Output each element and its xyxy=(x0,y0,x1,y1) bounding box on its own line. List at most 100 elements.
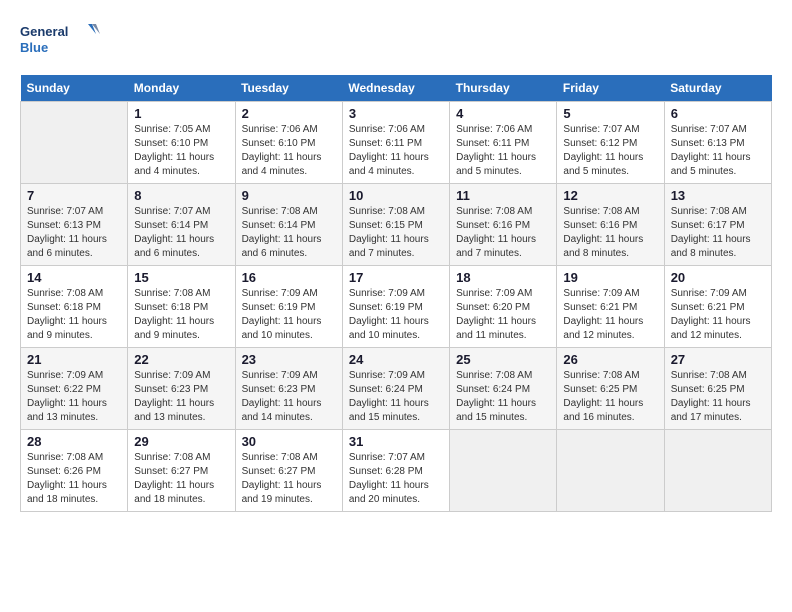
day-info: Sunrise: 7:08 AMSunset: 6:25 PMDaylight:… xyxy=(563,369,657,425)
day-number: 16 xyxy=(242,270,336,285)
day-info: Sunrise: 7:08 AMSunset: 6:14 PMDaylight:… xyxy=(242,205,336,261)
svg-text:Blue: Blue xyxy=(20,40,48,55)
day-number: 25 xyxy=(456,352,550,367)
calendar-cell: 7Sunrise: 7:07 AMSunset: 6:13 PMDaylight… xyxy=(21,184,128,266)
day-info: Sunrise: 7:09 AMSunset: 6:19 PMDaylight:… xyxy=(349,287,443,343)
calendar-cell: 31 Sunrise: 7:07 AMSunset: 6:28 PMDayligh… xyxy=(342,430,449,512)
calendar-cell: 21 Sunrise: 7:09 AMSunset: 6:22 PMDayligh… xyxy=(21,348,128,430)
calendar-cell: 20 Sunrise: 7:09 AMSunset: 6:21 PMDayligh… xyxy=(664,266,771,348)
day-info: Sunrise: 7:07 AMSunset: 6:13 PMDaylight:… xyxy=(671,123,765,179)
calendar-cell: 22 Sunrise: 7:09 AMSunset: 6:23 PMDayligh… xyxy=(128,348,235,430)
calendar-cell: 1 Sunrise: 7:05 AMSunset: 6:10 PMDaylight… xyxy=(128,102,235,184)
day-info: Sunrise: 7:09 AMSunset: 6:24 PMDaylight:… xyxy=(349,369,443,425)
day-info: Sunrise: 7:09 AMSunset: 6:19 PMDaylight:… xyxy=(242,287,336,343)
calendar-cell: 3 Sunrise: 7:06 AMSunset: 6:11 PMDaylight… xyxy=(342,102,449,184)
day-info: Sunrise: 7:09 AMSunset: 6:22 PMDaylight:… xyxy=(27,369,121,425)
calendar-week-5: 28 Sunrise: 7:08 AMSunset: 6:26 PMDayligh… xyxy=(21,430,772,512)
page-header: General Blue xyxy=(20,20,772,65)
calendar-cell xyxy=(664,430,771,512)
calendar-table: SundayMondayTuesdayWednesdayThursdayFrid… xyxy=(20,75,772,512)
day-info: Sunrise: 7:06 AMSunset: 6:11 PMDaylight:… xyxy=(349,123,443,179)
svg-text:General: General xyxy=(20,24,68,39)
day-info: Sunrise: 7:05 AMSunset: 6:10 PMDaylight:… xyxy=(134,123,228,179)
day-info: Sunrise: 7:08 AMSunset: 6:17 PMDaylight:… xyxy=(671,205,765,261)
header-day-sunday: Sunday xyxy=(21,75,128,102)
calendar-cell: 16 Sunrise: 7:09 AMSunset: 6:19 PMDayligh… xyxy=(235,266,342,348)
day-number: 24 xyxy=(349,352,443,367)
day-info: Sunrise: 7:08 AMSunset: 6:16 PMDaylight:… xyxy=(563,205,657,261)
header-day-friday: Friday xyxy=(557,75,664,102)
calendar-cell: 6 Sunrise: 7:07 AMSunset: 6:13 PMDaylight… xyxy=(664,102,771,184)
header-day-thursday: Thursday xyxy=(450,75,557,102)
day-number: 11 xyxy=(456,188,550,203)
day-info: Sunrise: 7:08 AMSunset: 6:15 PMDaylight:… xyxy=(349,205,443,261)
header-day-tuesday: Tuesday xyxy=(235,75,342,102)
day-info: Sunrise: 7:08 AMSunset: 6:27 PMDaylight:… xyxy=(134,451,228,507)
calendar-cell: 25 Sunrise: 7:08 AMSunset: 6:24 PMDayligh… xyxy=(450,348,557,430)
calendar-cell: 13 Sunrise: 7:08 AMSunset: 6:17 PMDayligh… xyxy=(664,184,771,266)
day-number: 15 xyxy=(134,270,228,285)
calendar-cell: 9Sunrise: 7:08 AMSunset: 6:14 PMDaylight… xyxy=(235,184,342,266)
calendar-cell: 23 Sunrise: 7:09 AMSunset: 6:23 PMDayligh… xyxy=(235,348,342,430)
day-info: Sunrise: 7:07 AMSunset: 6:28 PMDaylight:… xyxy=(349,451,443,507)
day-number: 6 xyxy=(671,106,765,121)
day-info: Sunrise: 7:06 AMSunset: 6:10 PMDaylight:… xyxy=(242,123,336,179)
day-info: Sunrise: 7:08 AMSunset: 6:25 PMDaylight:… xyxy=(671,369,765,425)
calendar-cell: 10 Sunrise: 7:08 AMSunset: 6:15 PMDayligh… xyxy=(342,184,449,266)
calendar-cell: 17 Sunrise: 7:09 AMSunset: 6:19 PMDayligh… xyxy=(342,266,449,348)
day-number: 14 xyxy=(27,270,121,285)
calendar-week-4: 21 Sunrise: 7:09 AMSunset: 6:22 PMDayligh… xyxy=(21,348,772,430)
day-number: 21 xyxy=(27,352,121,367)
day-info: Sunrise: 7:09 AMSunset: 6:23 PMDaylight:… xyxy=(242,369,336,425)
calendar-cell: 8Sunrise: 7:07 AMSunset: 6:14 PMDaylight… xyxy=(128,184,235,266)
calendar-cell: 24 Sunrise: 7:09 AMSunset: 6:24 PMDayligh… xyxy=(342,348,449,430)
header-day-monday: Monday xyxy=(128,75,235,102)
calendar-cell: 5Sunrise: 7:07 AMSunset: 6:12 PMDaylight… xyxy=(557,102,664,184)
day-number: 12 xyxy=(563,188,657,203)
day-info: Sunrise: 7:08 AMSunset: 6:26 PMDaylight:… xyxy=(27,451,121,507)
calendar-header-row: SundayMondayTuesdayWednesdayThursdayFrid… xyxy=(21,75,772,102)
calendar-week-2: 7Sunrise: 7:07 AMSunset: 6:13 PMDaylight… xyxy=(21,184,772,266)
logo: General Blue xyxy=(20,20,100,65)
day-number: 18 xyxy=(456,270,550,285)
day-number: 13 xyxy=(671,188,765,203)
header-day-wednesday: Wednesday xyxy=(342,75,449,102)
logo-svg: General Blue xyxy=(20,20,100,65)
day-info: Sunrise: 7:08 AMSunset: 6:24 PMDaylight:… xyxy=(456,369,550,425)
calendar-cell: 2Sunrise: 7:06 AMSunset: 6:10 PMDaylight… xyxy=(235,102,342,184)
calendar-cell: 26Sunrise: 7:08 AMSunset: 6:25 PMDayligh… xyxy=(557,348,664,430)
day-number: 28 xyxy=(27,434,121,449)
day-info: Sunrise: 7:09 AMSunset: 6:23 PMDaylight:… xyxy=(134,369,228,425)
calendar-week-3: 14 Sunrise: 7:08 AMSunset: 6:18 PMDayligh… xyxy=(21,266,772,348)
day-info: Sunrise: 7:08 AMSunset: 6:18 PMDaylight:… xyxy=(134,287,228,343)
day-number: 30 xyxy=(242,434,336,449)
day-number: 27 xyxy=(671,352,765,367)
calendar-cell: 15 Sunrise: 7:08 AMSunset: 6:18 PMDayligh… xyxy=(128,266,235,348)
day-number: 22 xyxy=(134,352,228,367)
day-number: 7 xyxy=(27,188,121,203)
day-number: 19 xyxy=(563,270,657,285)
day-number: 23 xyxy=(242,352,336,367)
calendar-cell: 12 Sunrise: 7:08 AMSunset: 6:16 PMDayligh… xyxy=(557,184,664,266)
day-number: 1 xyxy=(134,106,228,121)
calendar-week-1: 1 Sunrise: 7:05 AMSunset: 6:10 PMDaylight… xyxy=(21,102,772,184)
day-number: 10 xyxy=(349,188,443,203)
calendar-cell: 18 Sunrise: 7:09 AMSunset: 6:20 PMDayligh… xyxy=(450,266,557,348)
day-info: Sunrise: 7:09 AMSunset: 6:21 PMDaylight:… xyxy=(563,287,657,343)
day-number: 31 xyxy=(349,434,443,449)
day-info: Sunrise: 7:07 AMSunset: 6:14 PMDaylight:… xyxy=(134,205,228,261)
day-number: 20 xyxy=(671,270,765,285)
day-info: Sunrise: 7:09 AMSunset: 6:20 PMDaylight:… xyxy=(456,287,550,343)
calendar-cell xyxy=(557,430,664,512)
calendar-cell xyxy=(21,102,128,184)
calendar-cell: 30 Sunrise: 7:08 AMSunset: 6:27 PMDayligh… xyxy=(235,430,342,512)
day-number: 29 xyxy=(134,434,228,449)
calendar-cell: 11Sunrise: 7:08 AMSunset: 6:16 PMDayligh… xyxy=(450,184,557,266)
day-info: Sunrise: 7:06 AMSunset: 6:11 PMDaylight:… xyxy=(456,123,550,179)
day-info: Sunrise: 7:09 AMSunset: 6:21 PMDaylight:… xyxy=(671,287,765,343)
calendar-cell: 14 Sunrise: 7:08 AMSunset: 6:18 PMDayligh… xyxy=(21,266,128,348)
day-number: 17 xyxy=(349,270,443,285)
day-info: Sunrise: 7:08 AMSunset: 6:27 PMDaylight:… xyxy=(242,451,336,507)
day-info: Sunrise: 7:08 AMSunset: 6:18 PMDaylight:… xyxy=(27,287,121,343)
day-number: 3 xyxy=(349,106,443,121)
